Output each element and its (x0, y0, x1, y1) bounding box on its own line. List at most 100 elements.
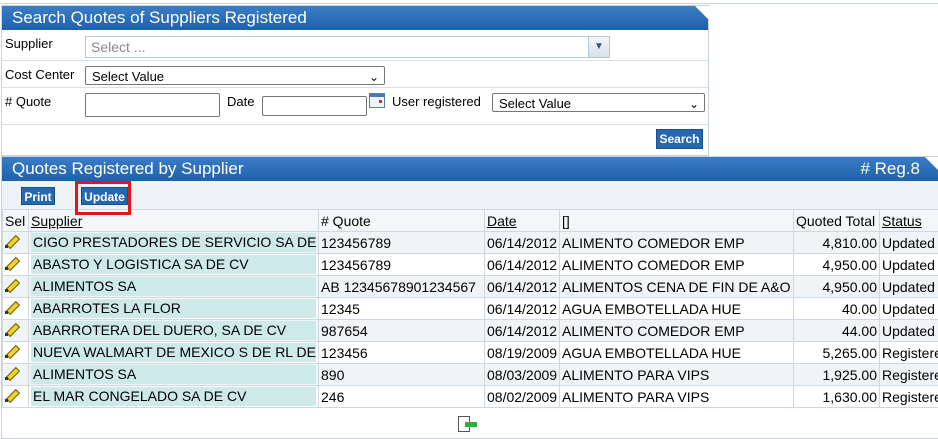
description-cell: ALIMENTO COMEDOR EMP (560, 232, 794, 254)
status-cell: Updated (880, 254, 938, 276)
table-row: EL MAR CONGELADO SA DE CV 246 08/02/2009… (3, 386, 938, 408)
table-header-row: Sel Supplier # Quote Date [] Quoted Tota… (3, 210, 938, 232)
quote-cell: 12345 (319, 298, 485, 320)
edit-cell[interactable] (3, 276, 29, 298)
quote-row: # Quote Date User registered Select Valu… (2, 88, 708, 125)
supplier-placeholder: Select ... (91, 39, 145, 55)
supplier-cell: ABASTO Y LOGISTICA SA DE CV (29, 254, 319, 276)
edit-cell[interactable] (3, 386, 29, 408)
cost-center-select[interactable]: Select Value ⌄ (85, 66, 385, 85)
col-header-quote: # Quote (319, 210, 485, 232)
date-cell: 08/19/2009 (485, 342, 560, 364)
quote-label: # Quote (5, 94, 51, 109)
panel-corner-decoration (695, 6, 709, 20)
col-header-status[interactable]: Status (880, 210, 938, 232)
date-cell: 06/14/2012 (485, 254, 560, 276)
edit-cell[interactable] (3, 298, 29, 320)
total-cell: 1,630.00 (794, 386, 880, 408)
date-cell: 06/14/2012 (485, 298, 560, 320)
supplier-combo[interactable]: Select ... ▼ (85, 36, 610, 58)
pencil-icon[interactable] (5, 300, 19, 314)
search-panel: Search Quotes of Suppliers Registered Su… (1, 5, 709, 156)
date-cell: 08/02/2009 (485, 386, 560, 408)
cost-center-value: Select Value (92, 69, 164, 84)
total-cell: 40.00 (794, 298, 880, 320)
user-registered-select[interactable]: Select Value ⌄ (492, 93, 705, 112)
edit-cell[interactable] (3, 342, 29, 364)
table-row: ABASTO Y LOGISTICA SA DE CV 123456789 06… (3, 254, 938, 276)
supplier-row: Supplier Select ... ▼ (2, 30, 708, 61)
description-cell: ALIMENTO PARA VIPS (560, 364, 794, 386)
total-cell: 4,950.00 (794, 276, 880, 298)
quote-cell: 890 (319, 364, 485, 386)
quote-cell: 123456 (319, 342, 485, 364)
table-row: ALIMENTOS SA AB 12345678901234567 06/14/… (3, 276, 938, 298)
table-row: CIGO PRESTADORES DE SERVICIO SA DE CV 12… (3, 232, 938, 254)
edit-cell[interactable] (3, 364, 29, 386)
top-divider (0, 3, 938, 4)
print-button[interactable]: Print (21, 187, 55, 205)
description-cell: AGUA EMBOTELLADA HUE (560, 342, 794, 364)
update-highlight-box (75, 181, 131, 215)
date-cell: 06/14/2012 (485, 232, 560, 254)
total-cell: 44.00 (794, 320, 880, 342)
panel-corner-decoration (925, 157, 938, 171)
results-panel-header: Quotes Registered by Supplier # Reg.8 (2, 157, 938, 181)
date-cell: 08/03/2009 (485, 364, 560, 386)
status-cell: Updated (880, 276, 938, 298)
total-cell: 5,265.00 (794, 342, 880, 364)
table-row: ABARROTERA DEL DUERO, SA DE CV 987654 06… (3, 320, 938, 342)
col-header-description: [] (560, 210, 794, 232)
supplier-cell: ALIMENTOS SA (29, 364, 319, 386)
edit-cell[interactable] (3, 254, 29, 276)
table-row: ABARROTES LA FLOR 12345 06/14/2012 AGUA … (3, 298, 938, 320)
status-cell: Registered (880, 364, 938, 386)
date-cell: 06/14/2012 (485, 276, 560, 298)
chevron-down-icon: ⌄ (689, 95, 699, 114)
supplier-cell: CIGO PRESTADORES DE SERVICIO SA DE CV (29, 232, 319, 254)
description-cell: ALIMENTO PARA VIPS (560, 386, 794, 408)
supplier-cell: NUEVA WALMART DE MEXICO S DE RL DE CV (29, 342, 319, 364)
edit-cell[interactable] (3, 232, 29, 254)
pencil-icon[interactable] (5, 256, 19, 270)
description-cell: ALIMENTO COMEDOR EMP (560, 254, 794, 276)
date-input[interactable] (262, 96, 367, 116)
pencil-icon[interactable] (5, 366, 19, 380)
status-cell: Updated (880, 232, 938, 254)
date-label: Date (227, 94, 254, 109)
supplier-cell: ALIMENTOS SA (29, 276, 319, 298)
col-header-sel: Sel (3, 210, 29, 232)
pencil-icon[interactable] (5, 234, 19, 248)
col-header-date[interactable]: Date (485, 210, 560, 232)
search-button[interactable]: Search (656, 129, 703, 149)
edit-cell[interactable] (3, 320, 29, 342)
description-cell: AGUA EMBOTELLADA HUE (560, 298, 794, 320)
pencil-icon[interactable] (5, 322, 19, 336)
quote-cell: AB 12345678901234567 (319, 276, 485, 298)
status-cell: Updated (880, 320, 938, 342)
pencil-icon[interactable] (5, 388, 19, 402)
supplier-cell: ABARROTES LA FLOR (29, 298, 319, 320)
pencil-icon[interactable] (5, 278, 19, 292)
supplier-label: Supplier (5, 36, 53, 51)
quote-cell: 246 (319, 386, 485, 408)
description-cell: ALIMENTO COMEDOR EMP (560, 320, 794, 342)
total-cell: 4,810.00 (794, 232, 880, 254)
quote-cell: 123456789 (319, 232, 485, 254)
chevron-down-icon[interactable]: ▼ (588, 37, 609, 57)
status-cell: Updated (880, 298, 938, 320)
col-header-supplier[interactable]: Supplier (29, 210, 319, 232)
description-cell: ALIMENTOS CENA DE FIN DE A&O (560, 276, 794, 298)
table-row: ALIMENTOS SA 890 08/03/2009 ALIMENTO PAR… (3, 364, 938, 386)
total-cell: 1,925.00 (794, 364, 880, 386)
calendar-icon[interactable] (369, 93, 385, 108)
quote-input[interactable] (85, 93, 220, 117)
chevron-down-icon: ⌄ (369, 68, 379, 87)
search-panel-header: Search Quotes of Suppliers Registered (2, 6, 708, 30)
date-cell: 06/14/2012 (485, 320, 560, 342)
pencil-icon[interactable] (5, 344, 19, 358)
export-icon[interactable] (458, 416, 478, 432)
col-header-quoted-total: Quoted Total (794, 210, 880, 232)
total-cell: 4,950.00 (794, 254, 880, 276)
supplier-cell: ABARROTERA DEL DUERO, SA DE CV (29, 320, 319, 342)
